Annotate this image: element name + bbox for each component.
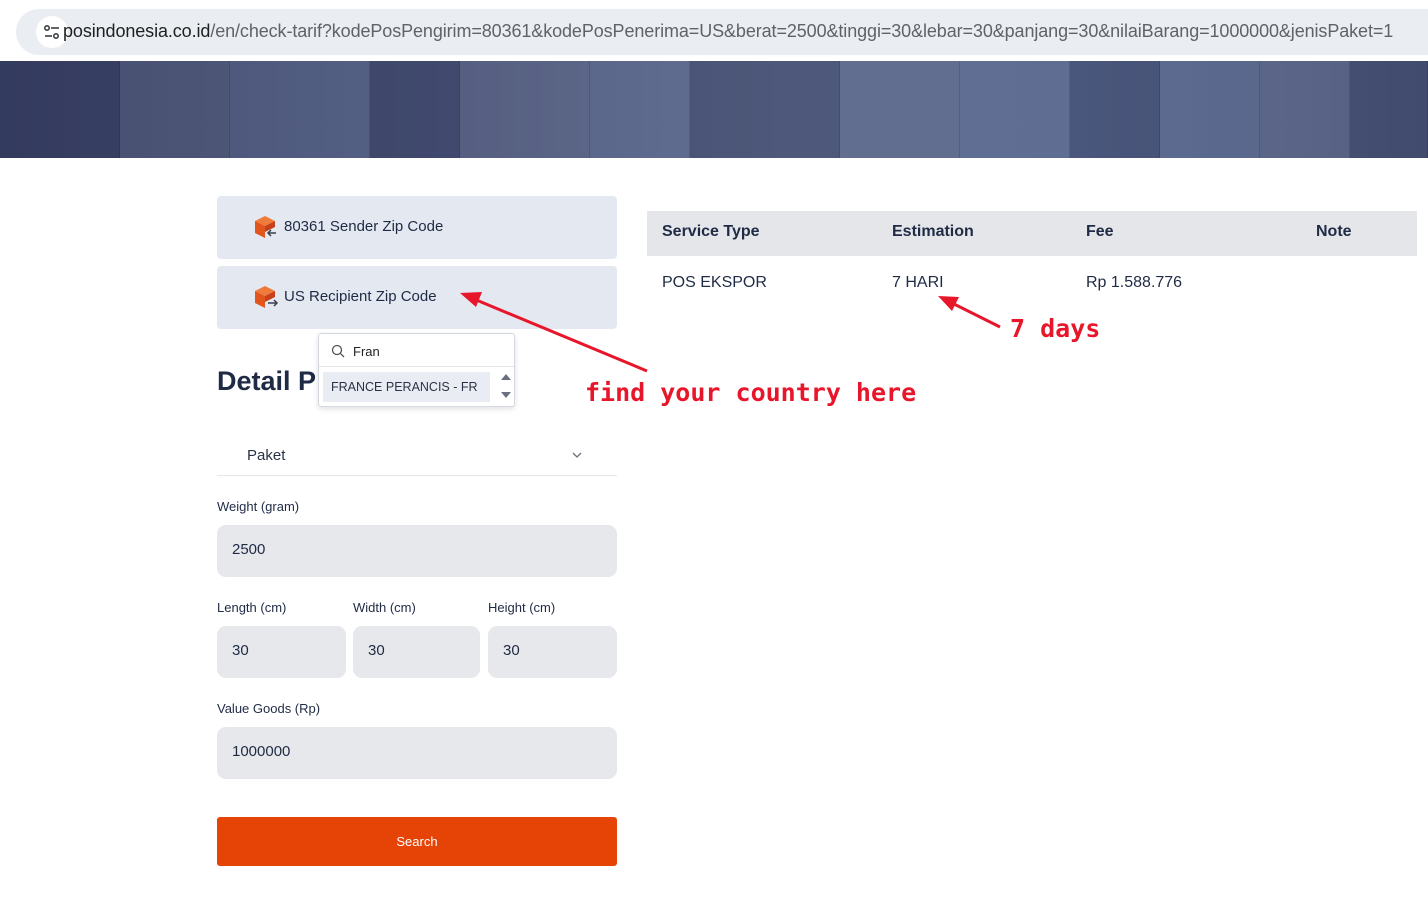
browser-address-bar: posindonesia.co.id/en/check-tarif?kodePo… xyxy=(0,0,1428,61)
annotation-seven-days: 7 days xyxy=(1010,314,1101,343)
value-goods-input[interactable]: 1000000 xyxy=(217,727,617,779)
cell-fee: Rp 1.588.776 xyxy=(1086,274,1183,291)
length-label: Length (cm) xyxy=(217,600,287,615)
recipient-zip-card[interactable]: US Recipient Zip Code xyxy=(217,266,617,329)
detail-heading: Detail P xyxy=(217,366,317,396)
box-arrow-in-icon xyxy=(255,216,276,238)
height-label: Height (cm) xyxy=(488,600,556,615)
width-input[interactable]: 30 xyxy=(353,626,480,678)
tune-icon xyxy=(43,24,60,40)
length-value: 30 xyxy=(232,642,249,659)
sender-zip-label: 80361 Sender Zip Code xyxy=(284,218,444,235)
height-value: 30 xyxy=(503,642,520,659)
recipient-zip-label: US Recipient Zip Code xyxy=(284,288,437,305)
sender-zip-card[interactable]: 80361 Sender Zip Code xyxy=(217,196,617,259)
value-goods-label: Value Goods (Rp) xyxy=(217,701,321,716)
length-input[interactable]: 30 xyxy=(217,626,346,678)
weight-input[interactable]: 2500 xyxy=(217,525,617,577)
header-service-type: Service Type xyxy=(662,223,760,240)
package-type-select[interactable]: Paket xyxy=(217,436,617,476)
cell-estimation: 7 HARI xyxy=(892,274,944,291)
width-value: 30 xyxy=(368,642,385,659)
scroll-down-arrow-icon[interactable] xyxy=(501,392,511,398)
box-arrow-out-icon xyxy=(255,286,279,308)
url-path: /en/check-tarif?kodePosPengirim=80361&ko… xyxy=(210,21,1394,41)
header-note: Note xyxy=(1316,223,1352,240)
url-host: posindonesia.co.id xyxy=(63,21,211,41)
cell-service-type: POS EKSPOR xyxy=(662,274,767,291)
annotation-find-country: find your country here xyxy=(585,378,917,407)
country-option-label: FRANCE PERANCIS - FR xyxy=(331,380,478,394)
country-search-value: Fran xyxy=(353,344,380,359)
search-button[interactable]: Search xyxy=(217,817,617,866)
package-type-value: Paket xyxy=(247,447,286,464)
url-text: posindonesia.co.id/en/check-tarif?kodePo… xyxy=(63,21,1393,42)
height-input[interactable]: 30 xyxy=(488,626,617,678)
chevron-down-icon xyxy=(572,452,582,458)
country-dropdown[interactable]: Fran FRANCE PERANCIS - FR xyxy=(318,333,515,407)
weight-value: 2500 xyxy=(232,541,266,558)
header-estimation: Estimation xyxy=(892,223,974,240)
country-option-france[interactable]: FRANCE PERANCIS - FR xyxy=(323,372,490,402)
value-goods-value: 1000000 xyxy=(232,743,291,760)
country-search-input[interactable]: Fran xyxy=(319,334,514,367)
dropdown-scrollbar[interactable] xyxy=(498,372,512,404)
hero-banner xyxy=(0,61,1428,158)
width-label: Width (cm) xyxy=(353,600,416,615)
url-field[interactable]: posindonesia.co.id/en/check-tarif?kodePo… xyxy=(16,9,1428,55)
weight-label: Weight (gram) xyxy=(217,499,300,514)
search-icon xyxy=(331,344,345,358)
results-table-header: Service Type Estimation Fee Note xyxy=(647,211,1417,256)
scroll-up-arrow-icon[interactable] xyxy=(501,374,511,380)
header-fee: Fee xyxy=(1086,223,1114,240)
